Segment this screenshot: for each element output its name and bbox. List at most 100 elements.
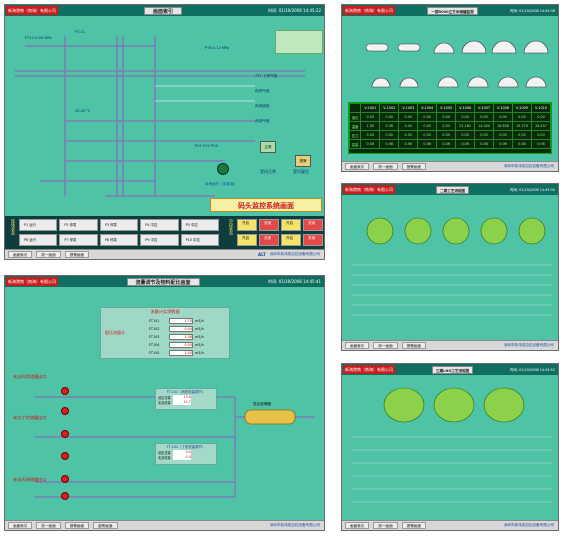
indoor-reset-label: 室内复位 xyxy=(293,169,309,174)
screen-title: 一期5000立方米储罐监视 xyxy=(427,6,478,15)
system-banner: 码头监控系统画面 xyxy=(210,198,322,212)
pump-button[interactable]: P9 中控 xyxy=(140,234,179,246)
open-button[interactable]: 开启 xyxy=(281,219,301,231)
close-button[interactable]: 关闭 xyxy=(303,219,323,231)
nav-index-button[interactable]: 画面索引 xyxy=(8,251,33,258)
title-bar: 新海港南（南海）有限公司 二期工艺流程图 时间: 01/19/2008 14:4… xyxy=(342,184,558,195)
pump-button[interactable]: P1 运行 xyxy=(19,219,58,231)
regulator-panel: FT-101（丙烷流量调节） 设定流量 13.6 实测流量 14.7 xyxy=(155,388,217,410)
pump-button[interactable]: P3 停泵 xyxy=(99,219,139,231)
table-header: V-1006 xyxy=(455,103,476,113)
nav-trend-button[interactable]: 趋势画面 xyxy=(93,522,118,529)
pump-button[interactable]: P7 停泵 xyxy=(59,234,98,246)
open-button[interactable]: 开启 xyxy=(281,234,301,246)
pump-valve[interactable] xyxy=(61,387,69,395)
regulator-panel: FT-102（丁烷流量调节） 设定流量 0.0 实测流量 0.0 xyxy=(155,443,217,465)
pump-valve[interactable] xyxy=(61,430,69,438)
pump-button[interactable]: P8 停泵 xyxy=(99,234,139,246)
legend-box xyxy=(275,30,323,54)
clock: 时间: 01/19/2008 14:45:52 xyxy=(510,368,555,372)
close-button[interactable]: 关闭 xyxy=(259,219,279,231)
bottom-nav: 画面索引 前一画面 报警画面 深圳市新鸿成自控设备有限公司 xyxy=(342,161,558,171)
tag-label: PV1 FV2 PV3 xyxy=(195,144,218,148)
field-status-label: 现场状态 xyxy=(11,219,16,235)
table-row: 容量 0.06 0.06 0.06 0.06 0.06 0.06 0.06 0.06 0… xyxy=(348,139,552,149)
flow-diagram: 流量计实测数据 配比流量计 FT101 1.70 m3/h FT102 0.00 m3/… xyxy=(5,287,324,520)
clock: 时间: 01/19/2008 14:45:22 xyxy=(268,7,321,13)
tag-label: PT6 0.12 MPa xyxy=(205,46,230,50)
nav-prev-button[interactable]: 前一画面 xyxy=(373,342,398,349)
open-button[interactable]: 开启 xyxy=(237,219,257,231)
close-button[interactable]: 关闭 xyxy=(259,234,279,246)
nav-alarm-button[interactable]: 报警画面 xyxy=(401,522,427,529)
bottom-nav: 画面索引 前一画面 报警画面 ALT 深圳市新鸿成自控设备有限公司 xyxy=(5,249,324,259)
alarm-button[interactable]: 报警 xyxy=(295,155,311,167)
open-button[interactable]: 开启 xyxy=(237,234,257,246)
nav-alarm-button[interactable]: 报警画面 xyxy=(64,251,90,258)
table-header: V-1004 xyxy=(417,103,438,113)
nav-index-button[interactable]: 画面索引 xyxy=(345,342,370,349)
pump-button[interactable]: P2 停泵 xyxy=(59,219,98,231)
table-header: V-1002 xyxy=(379,103,400,113)
source-label: 来自丙烯储罐出口 xyxy=(13,477,47,482)
nav-alarm-button[interactable]: 报警画面 xyxy=(401,342,427,349)
tank-data-table: V-1001 V-1002 V-1003 V-1004 V-1005 V-100… xyxy=(348,102,552,154)
bottom-nav: 画面索引 前一画面 报警画面 趋势画面 深圳市新鸿成自控设备有限公司 xyxy=(5,520,324,530)
bottom-nav: 画面索引 前一画面 报警画面 深圳市新鸿成自控设备有限公司 xyxy=(342,340,558,350)
table-header: V-1009 xyxy=(511,103,532,113)
table-header: V-1010 xyxy=(530,103,552,113)
nav-prev-button[interactable]: 前一画面 xyxy=(36,522,61,529)
company-name: 新海港南（南海）有限公司 xyxy=(343,185,395,194)
table-header: V-1001 xyxy=(360,103,381,113)
title-bar: 新海港南（南海）有限公司 三期LNG工艺流程图 时间: 01/19/2008 1… xyxy=(342,364,558,375)
nav-prev-button[interactable]: 前一画面 xyxy=(36,251,61,258)
pump-valve[interactable] xyxy=(61,492,69,500)
panel-dock-monitor: 新海港南（南海）有限公司 画面索引 时间: 01/19/2008 14:45:2… xyxy=(4,4,325,260)
tag-label: PT-11 xyxy=(75,30,85,34)
nav-alarm-button[interactable]: 报警画面 xyxy=(64,522,90,529)
table-row: 温度 1.00 5.36 0.00 0.00 0.00 21.182 14.000 18… xyxy=(348,121,552,131)
nav-index-button[interactable]: 画面索引 xyxy=(345,163,370,170)
nav-index-button[interactable]: 画面索引 xyxy=(345,522,370,529)
company-name: 新海港南（南海）有限公司 xyxy=(6,6,58,15)
pump-button[interactable]: P4 中控 xyxy=(140,219,179,231)
screen-title: 二期工艺流程图 xyxy=(435,185,470,194)
company-name: 新海港南（南海）有限公司 xyxy=(343,365,395,374)
screen-title: 画面索引 xyxy=(144,6,183,15)
central-status-label: 中控状态 xyxy=(229,219,234,235)
indoor-normal-label: 室内正常 xyxy=(260,169,276,174)
tag-label: 20.00 ℃ xyxy=(75,109,91,113)
vendor-name: 深圳市新鸿成自控设备有限公司 xyxy=(269,523,320,527)
title-bar: 新海港南（南海）有限公司 流量调节及物料配比画面 时间: 01/19/2008 … xyxy=(5,276,324,287)
company-name: 新海港南（南海）有限公司 xyxy=(343,6,395,15)
nav-index-button[interactable]: 画面索引 xyxy=(8,522,33,529)
status-led xyxy=(217,163,229,175)
pump-button[interactable]: P5 中控 xyxy=(180,219,219,231)
table-header: V-1007 xyxy=(474,103,495,113)
nav-prev-button[interactable]: 前一画面 xyxy=(373,163,398,170)
pump-button[interactable]: P10 中控 xyxy=(180,234,219,246)
screen-title: 流量调节及物料配比画面 xyxy=(126,277,200,286)
source-label: 来自丁烷储罐出口 xyxy=(13,415,47,420)
process-diagram: PT10 0.00 MPa PT-11 PT6 0.12 MPa TT7 丁烷气… xyxy=(5,16,324,250)
close-button[interactable]: 关闭 xyxy=(303,234,323,246)
nav-prev-button[interactable]: 前一画面 xyxy=(373,522,398,529)
phase3-diagram xyxy=(352,387,552,503)
central-control-grid: 开启 关闭 开启 关闭 开启 关闭 开启 关闭 xyxy=(237,219,323,247)
clock: 时间: 01/19/2008 14:45:30 xyxy=(510,188,555,192)
source-label: 来自丙烷储罐出口 xyxy=(13,374,47,379)
panel-tank-monitor: 新海港南（南海）有限公司 一期5000立方米储罐监视 时间: 01/19/200… xyxy=(341,4,559,172)
pump-valve[interactable] xyxy=(61,475,69,483)
local-run-label: 本地运行（中标准） xyxy=(205,182,238,186)
pump-valve[interactable] xyxy=(61,452,69,460)
tag-label: PT10 0.00 MPa xyxy=(25,36,52,40)
tag-label: TT7 丁烷气相 xyxy=(255,74,278,78)
pump-button[interactable]: P6 运行 xyxy=(19,234,58,246)
table-row: 液位 0.00 0.00 0.00 0.00 0.00 0.00 0.00 0.00 0… xyxy=(348,112,552,122)
normal-button[interactable]: 正常 xyxy=(260,141,276,153)
pump-valve[interactable] xyxy=(61,407,69,415)
vendor-logo: ALT xyxy=(257,252,266,257)
vendor-name: 深圳市新鸿成自控设备有限公司 xyxy=(503,164,554,168)
nav-alarm-button[interactable]: 报警画面 xyxy=(401,163,427,170)
phase2-diagram xyxy=(352,217,552,316)
